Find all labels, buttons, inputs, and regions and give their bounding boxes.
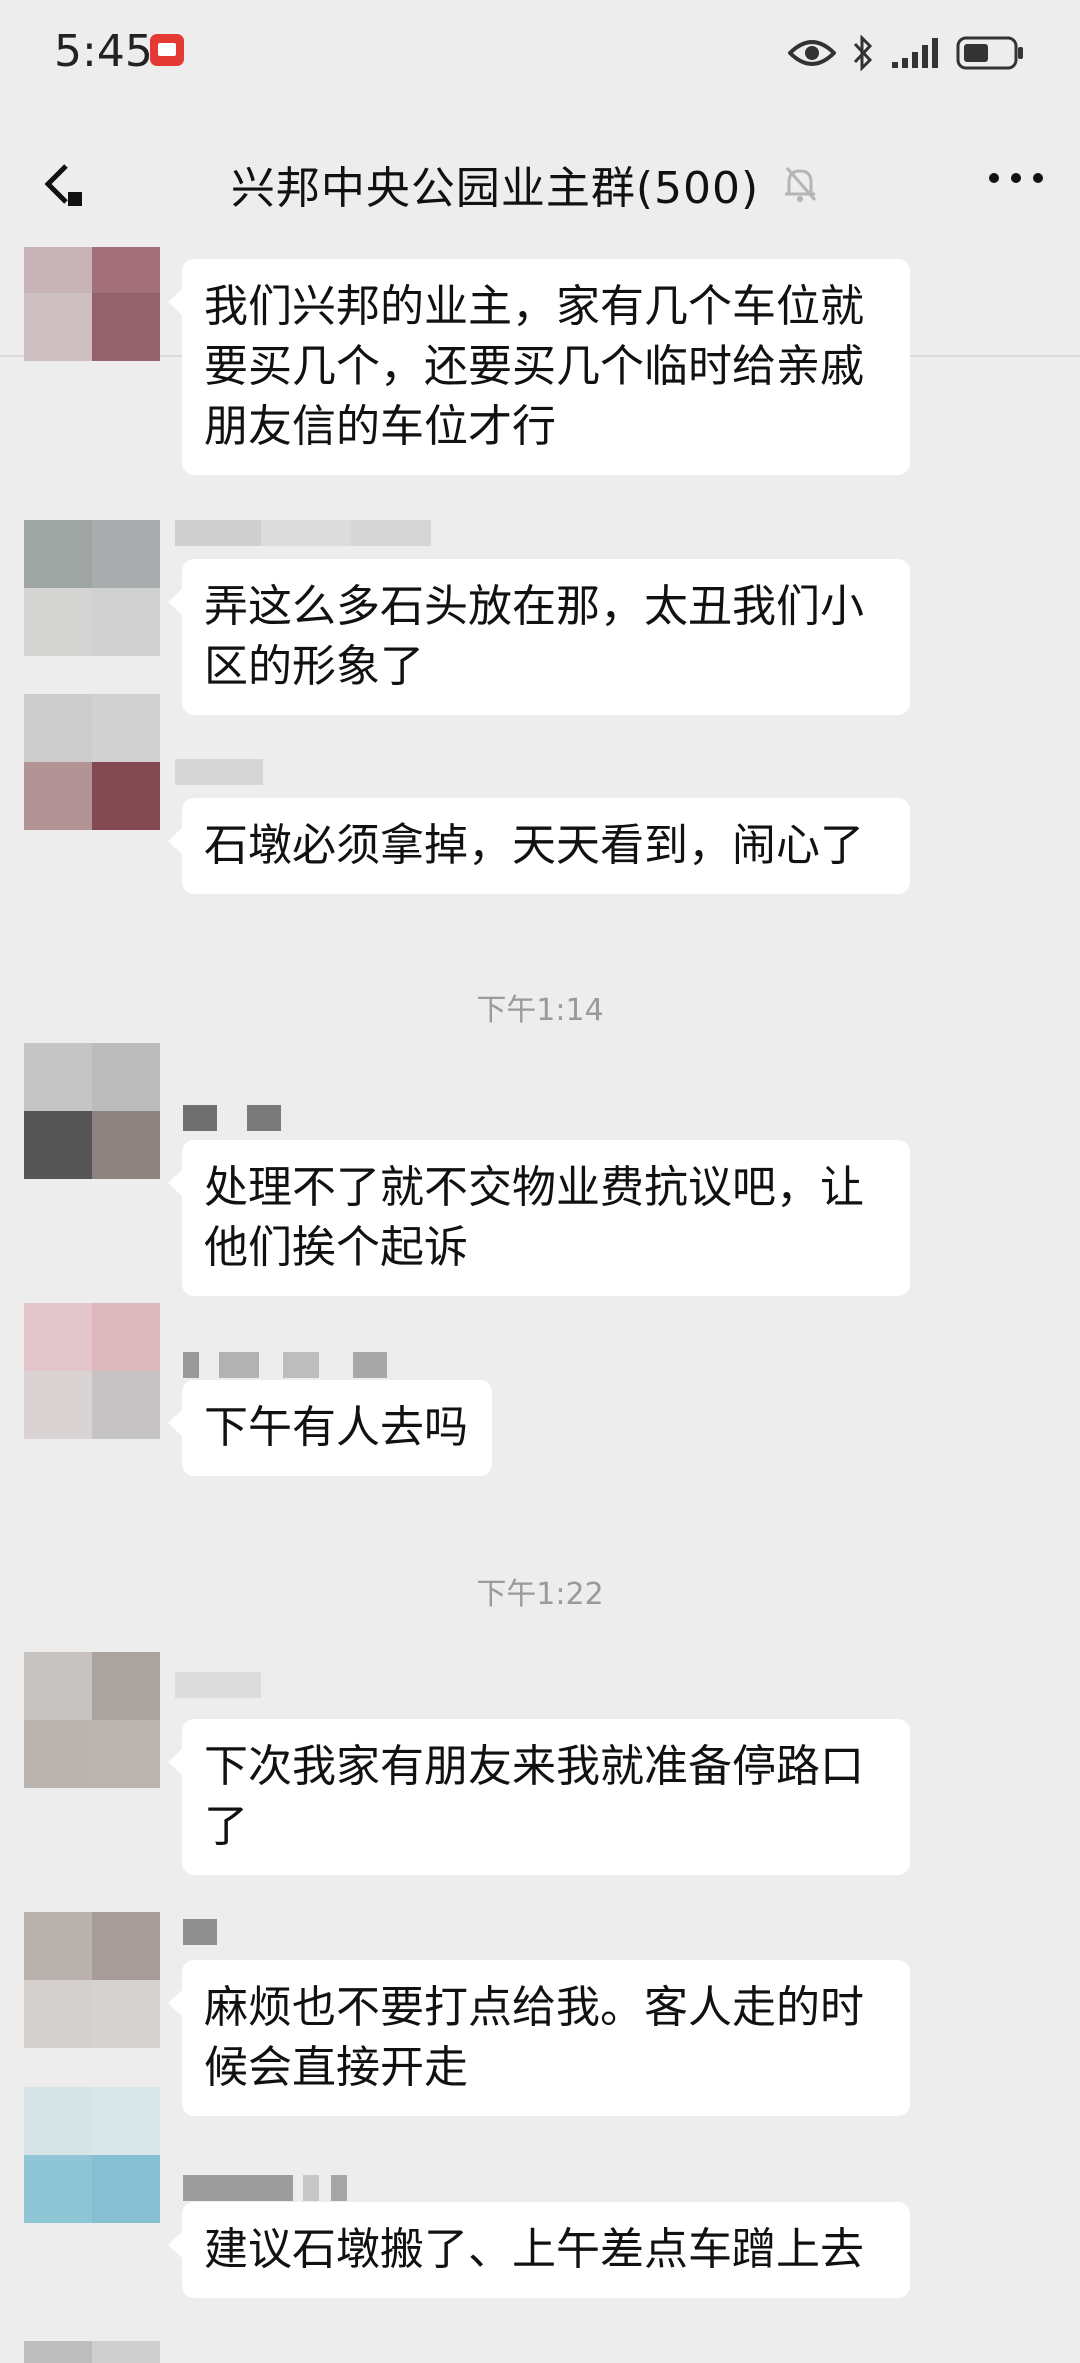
- message-bubble[interactable]: 下午有人去吗: [168, 1380, 492, 1476]
- sender-name: [183, 1105, 281, 1131]
- sender-name: [175, 520, 431, 546]
- message-text-line: 要买几个，还要买几个临时给亲戚: [204, 341, 864, 392]
- timestamp: 下午1:22: [476, 1577, 604, 1612]
- eye-icon: [788, 40, 836, 66]
- message-text-line: 朋友信的车位才行: [204, 401, 556, 452]
- message-text-line: 麻烦也不要打点给我。客人走的时: [204, 1982, 864, 2033]
- signal-icon: [892, 38, 938, 68]
- message-text-line: 处理不了就不交物业费抗议吧，让: [204, 1162, 864, 1213]
- message-bubble[interactable]: 弄这么多石头放在那，太丑我们小 区的形象了: [168, 559, 910, 715]
- avatar[interactable]: [24, 694, 160, 830]
- sender-name: [183, 1919, 217, 1945]
- battery-icon: [956, 36, 1023, 70]
- message-bubble[interactable]: 下次我家有朋友来我就准备停路口 了: [168, 1719, 910, 1875]
- bluetooth-icon: [853, 35, 873, 71]
- avatar[interactable]: [24, 247, 160, 361]
- status-bar: 5:45: [0, 0, 1080, 110]
- avatar[interactable]: [24, 1652, 160, 1788]
- message-bubble[interactable]: 石墩必须拿掉，天天看到，闹心了: [168, 798, 910, 894]
- message-text-line: 了: [204, 1801, 248, 1852]
- avatar[interactable]: [24, 1303, 160, 1439]
- sender-name: [183, 1352, 387, 1378]
- sender-name: [183, 2175, 347, 2201]
- more-icon[interactable]: [984, 158, 1048, 198]
- message-list[interactable]: 我们兴邦的业主，家有几个车位就 要买几个，还要买几个临时给亲戚 朋友信的车位才行…: [0, 247, 1080, 2363]
- mute-bell-icon: [785, 167, 817, 202]
- sender-name: [175, 759, 263, 785]
- message-text-line: 弄这么多石头放在那，太丑我们小: [204, 581, 864, 632]
- chat-header: 兴邦中央公园业主群(500): [0, 110, 1080, 357]
- message-bubble[interactable]: 麻烦也不要打点给我。客人走的时 候会直接开走: [168, 1960, 910, 2116]
- avatar[interactable]: [24, 2087, 160, 2223]
- message-bubble[interactable]: 建议石墩搬了、上午差点车蹭上去: [168, 2202, 910, 2298]
- message-text-line: 他们挨个起诉: [204, 1222, 468, 1273]
- message-text-line: 建议石墩搬了、上午差点车蹭上去: [204, 2224, 864, 2275]
- avatar[interactable]: [24, 2341, 160, 2363]
- message-bubble[interactable]: 处理不了就不交物业费抗议吧，让 他们挨个起诉: [168, 1140, 910, 1296]
- message-text-line: 下次我家有朋友来我就准备停路口: [204, 1741, 864, 1792]
- chat-title: 兴邦中央公园业主群(500): [230, 163, 760, 214]
- timestamp: 下午1:14: [476, 993, 604, 1028]
- avatar[interactable]: [24, 520, 160, 656]
- avatar[interactable]: [24, 1912, 160, 2048]
- message-bubble[interactable]: 我们兴邦的业主，家有几个车位就 要买几个，还要买几个临时给亲戚 朋友信的车位才行: [168, 259, 910, 475]
- message-text-line: 下午有人去吗: [204, 1402, 468, 1453]
- status-icons: [788, 28, 1026, 78]
- message-text-line: 区的形象了: [204, 641, 424, 692]
- message-text-line: 我们兴邦的业主，家有几个车位就: [204, 281, 864, 332]
- sender-name: [175, 1672, 261, 1698]
- message-text-line: 石墩必须拿掉，天天看到，闹心了: [204, 820, 864, 871]
- avatar[interactable]: [24, 1043, 160, 1179]
- notification-icon: [150, 34, 184, 66]
- status-time: 5:45: [54, 26, 153, 77]
- message-text-line: 候会直接开走: [204, 2042, 468, 2093]
